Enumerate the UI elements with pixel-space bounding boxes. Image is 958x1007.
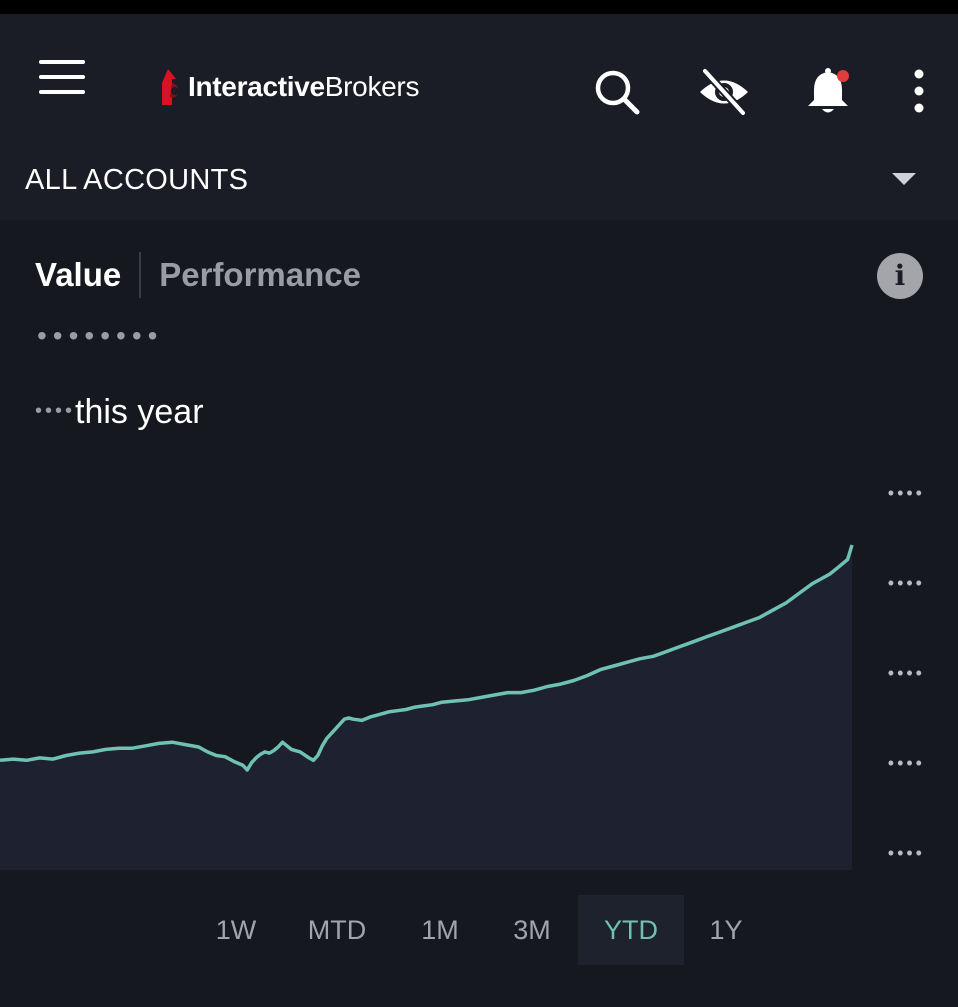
- tab-value[interactable]: Value: [35, 256, 121, 294]
- logo-wordmark: InteractiveBrokers: [188, 71, 419, 103]
- y-axis-tick: ••••: [887, 663, 925, 683]
- logo-wordmark-regular: Brokers: [324, 71, 420, 102]
- portfolio-value-masked: ••••••••: [37, 320, 164, 351]
- eye-off-icon: [700, 68, 748, 116]
- bell-icon: [808, 68, 849, 113]
- y-axis-tick: ••••: [887, 573, 925, 593]
- more-options-button[interactable]: [891, 64, 947, 120]
- search-button[interactable]: [589, 64, 645, 120]
- caret-down-icon: [892, 173, 916, 185]
- brand-logo: InteractiveBrokers: [158, 62, 419, 112]
- tab-performance[interactable]: Performance: [159, 256, 361, 294]
- value-chart[interactable]: •••• •••• •••• •••• ••••: [0, 470, 958, 880]
- menu-button[interactable]: [30, 54, 94, 100]
- top-header: InteractiveBrokers: [0, 14, 958, 140]
- info-button[interactable]: i: [877, 253, 923, 299]
- info-icon: i: [894, 259, 906, 292]
- period-1y-button[interactable]: 1Y: [673, 895, 779, 965]
- hamburger-menu-icon: [39, 60, 85, 94]
- app-root: InteractiveBrokers ALL ACCOUNTS Value Pe…: [0, 0, 958, 1007]
- account-selector-label: ALL ACCOUNTS: [25, 164, 249, 196]
- y-axis-tick: ••••: [887, 843, 925, 863]
- period-ytd-button[interactable]: YTD: [578, 895, 684, 965]
- ib-logo-mark-icon: [162, 69, 179, 105]
- status-bar: [0, 0, 958, 14]
- more-vertical-icon: [914, 69, 924, 113]
- period-3m-button[interactable]: 3M: [479, 895, 585, 965]
- change-amount-masked: ••••: [35, 400, 76, 422]
- notifications-button[interactable]: [800, 64, 856, 120]
- y-axis-tick: ••••: [887, 753, 925, 773]
- y-axis-tick: ••••: [887, 483, 925, 503]
- tab-divider: [139, 252, 142, 298]
- value-chart-svg: [0, 544, 854, 870]
- logo-wordmark-bold: Interactive: [188, 71, 325, 102]
- view-tabs: Value Performance: [35, 250, 361, 300]
- change-period-label: this year: [75, 393, 204, 431]
- period-1w-button[interactable]: 1W: [183, 895, 289, 965]
- hide-values-button[interactable]: [696, 64, 752, 120]
- change-summary: ••••this year: [35, 393, 204, 432]
- period-1m-button[interactable]: 1M: [387, 895, 493, 965]
- search-icon: [595, 70, 640, 115]
- period-mtd-button[interactable]: MTD: [284, 895, 390, 965]
- chart-area-fill: [0, 545, 852, 870]
- period-selector: 1W MTD 1M 3M YTD 1Y: [0, 895, 958, 965]
- account-selector[interactable]: ALL ACCOUNTS: [0, 140, 958, 220]
